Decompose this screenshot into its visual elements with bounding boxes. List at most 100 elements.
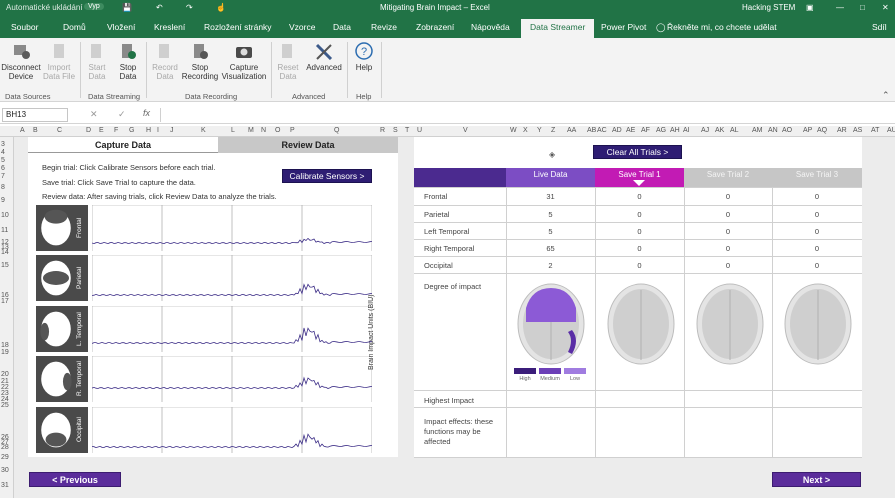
column-header[interactable]: Q <box>334 127 339 134</box>
row-header[interactable]: 30 <box>1 467 9 474</box>
close-icon[interactable]: ✕ <box>882 3 889 12</box>
column-header[interactable]: C <box>57 127 62 134</box>
tab-power-pivot[interactable]: Power Pivot <box>601 22 646 32</box>
column-header[interactable]: AJ <box>701 127 709 134</box>
tell-me-search[interactable]: Řekněte mi, co chcete udělat <box>667 22 777 32</box>
column-header[interactable]: AS <box>853 127 862 134</box>
column-header[interactable]: U <box>417 127 422 134</box>
disconnect-device-button[interactable]: Disconnect Device <box>0 42 42 81</box>
column-header[interactable]: AE <box>626 127 635 134</box>
tab-napoveda[interactable]: Nápověda <box>471 22 510 32</box>
row-header[interactable]: 31 <box>1 482 9 489</box>
column-header[interactable]: V <box>463 127 468 134</box>
column-header[interactable]: AR <box>837 127 847 134</box>
row-header[interactable]: 8 <box>1 184 5 191</box>
tab-kresleni[interactable]: Kreslení <box>154 22 185 32</box>
row-header[interactable]: 20 <box>1 371 9 378</box>
column-header[interactable]: AU <box>887 127 895 134</box>
column-header[interactable]: I <box>157 127 159 134</box>
column-header[interactable]: K <box>201 127 206 134</box>
row-header[interactable]: 17 <box>1 298 9 305</box>
column-header[interactable]: T <box>405 127 409 134</box>
column-header[interactable]: AI <box>683 127 690 134</box>
share-button[interactable]: Sdíl <box>872 22 887 32</box>
row-header[interactable]: 18 <box>1 342 9 349</box>
row-header[interactable]: 19 <box>1 349 9 356</box>
minimize-icon[interactable]: — <box>836 3 844 12</box>
column-header[interactable]: AM <box>752 127 763 134</box>
capture-visualization-button[interactable]: Capture Visualization <box>221 42 267 81</box>
formula-input[interactable] <box>160 108 880 122</box>
table-header[interactable]: Save Trial 2 <box>684 168 772 187</box>
column-header[interactable]: X <box>523 127 528 134</box>
column-header[interactable]: Z <box>551 127 555 134</box>
tab-capture-data[interactable]: Capture Data <box>28 137 218 153</box>
help-button[interactable]: ? Help <box>351 42 377 72</box>
column-header[interactable]: G <box>129 127 134 134</box>
cancel-icon[interactable]: ✕ <box>90 109 98 120</box>
import-data-file-button[interactable]: Import Data File <box>43 42 75 81</box>
touch-mode-icon[interactable]: ☝ <box>216 3 226 12</box>
column-header[interactable]: R <box>380 127 385 134</box>
clear-all-trials-button[interactable]: Clear All Trials > <box>593 145 682 159</box>
stop-recording-button[interactable]: Stop Recording <box>181 42 219 81</box>
column-header[interactable]: B <box>33 127 38 134</box>
row-header[interactable]: 3 <box>1 141 5 148</box>
row-header[interactable]: 11 <box>1 227 8 234</box>
column-header[interactable]: AA <box>567 127 576 134</box>
tab-vlozeni[interactable]: Vložení <box>107 22 135 32</box>
tab-rozlozeni[interactable]: Rozložení stránky <box>204 22 272 32</box>
column-header[interactable]: A <box>20 127 25 134</box>
row-header[interactable]: 29 <box>1 454 9 461</box>
column-header[interactable]: AO <box>782 127 792 134</box>
row-header[interactable]: 9 <box>1 197 5 204</box>
column-header[interactable]: AT <box>871 127 879 134</box>
collapse-ribbon-icon[interactable]: ⌃ <box>882 90 890 101</box>
row-header[interactable]: 7 <box>1 173 5 180</box>
column-header[interactable]: N <box>261 127 266 134</box>
column-header[interactable]: L <box>231 127 235 134</box>
row-header[interactable]: 5 <box>1 157 5 164</box>
previous-button[interactable]: < Previous <box>29 472 121 487</box>
column-header[interactable]: J <box>170 127 174 134</box>
row-header[interactable]: 15 <box>1 262 9 269</box>
row-header[interactable]: 10 <box>1 212 9 219</box>
column-header[interactable]: W <box>510 127 517 134</box>
column-header[interactable]: E <box>99 127 104 134</box>
advanced-button[interactable]: Advanced <box>304 42 344 72</box>
start-data-button[interactable]: Start Data <box>84 42 110 81</box>
row-header[interactable]: 28 <box>1 444 9 451</box>
undo-icon[interactable]: ↶ <box>156 3 163 12</box>
column-header[interactable]: AF <box>641 127 650 134</box>
autosave-toggle[interactable]: Vyp <box>84 3 104 10</box>
confirm-icon[interactable]: ✓ <box>118 109 126 120</box>
table-header[interactable]: Save Trial 3 <box>772 168 862 187</box>
user-name[interactable]: Hacking STEM <box>742 3 795 12</box>
tab-vzorce[interactable]: Vzorce <box>289 22 315 32</box>
tab-data[interactable]: Data <box>333 22 351 32</box>
row-header[interactable]: 6 <box>1 165 5 172</box>
column-header[interactable]: AN <box>768 127 778 134</box>
tab-review-data[interactable]: Review Data <box>218 137 398 153</box>
column-header[interactable]: AB <box>587 127 596 134</box>
record-data-button[interactable]: Record Data <box>150 42 180 81</box>
column-header[interactable]: H <box>146 127 151 134</box>
tab-domu[interactable]: Domů <box>63 22 86 32</box>
column-header[interactable]: AL <box>730 127 739 134</box>
next-button[interactable]: Next > <box>772 472 861 487</box>
column-header[interactable]: AK <box>715 127 724 134</box>
tab-revize[interactable]: Revize <box>371 22 397 32</box>
column-header[interactable]: M <box>248 127 254 134</box>
save-icon[interactable]: 💾 <box>122 3 132 12</box>
column-header[interactable]: F <box>114 127 118 134</box>
calibrate-sensors-button[interactable]: Calibrate Sensors > <box>282 169 372 183</box>
column-header[interactable]: D <box>86 127 91 134</box>
row-header[interactable]: 4 <box>1 149 5 156</box>
column-header[interactable]: S <box>393 127 398 134</box>
stop-data-button[interactable]: Stop Data <box>114 42 142 81</box>
row-header[interactable]: 14 <box>1 249 9 256</box>
ribbon-display-icon[interactable]: ▣ <box>806 3 814 12</box>
column-header[interactable]: O <box>275 127 280 134</box>
tab-zobrazeni[interactable]: Zobrazení <box>416 22 454 32</box>
tab-soubor[interactable]: Soubor <box>11 22 38 32</box>
